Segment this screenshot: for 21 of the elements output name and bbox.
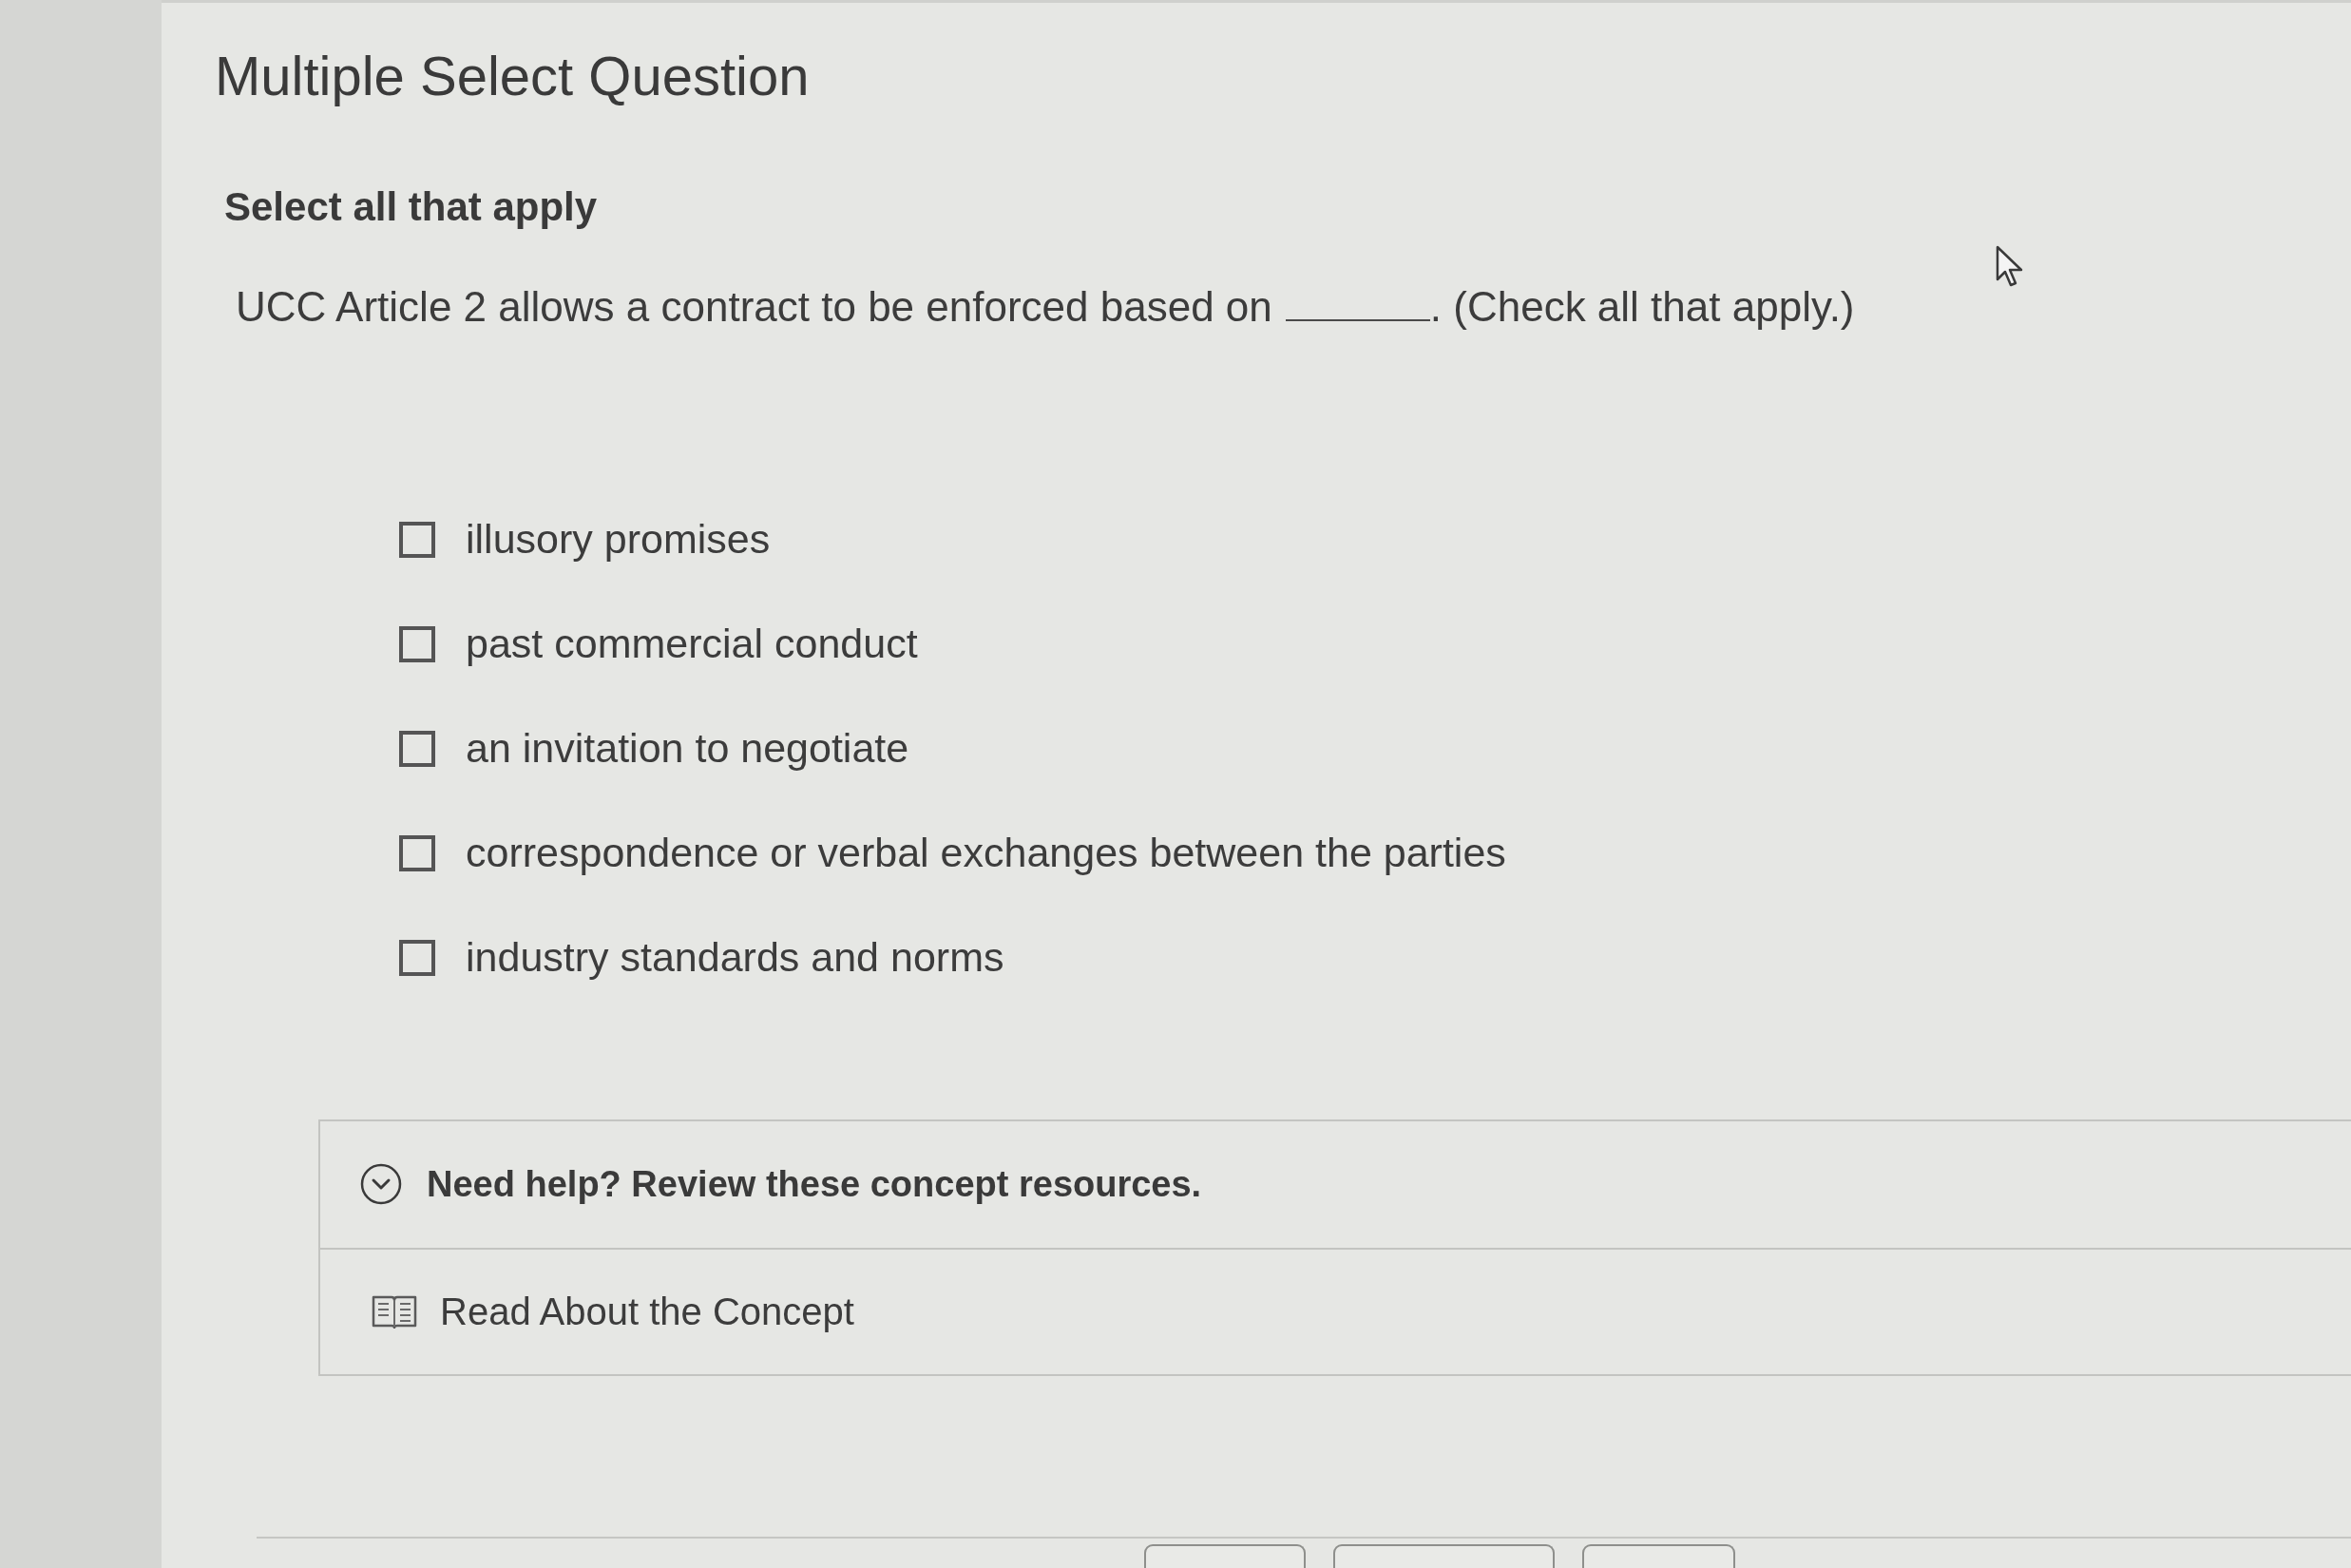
question-text: . (Check all that apply.) — [1429, 282, 1855, 333]
help-toggle[interactable]: Need help? Review these concept resources. — [320, 1120, 2351, 1248]
option-label[interactable]: an invitation to negotiate — [466, 724, 909, 774]
question-text: UCC Article 2 allows a contract to be enforced based on — [236, 282, 1272, 333]
checkbox[interactable] — [399, 625, 435, 662]
checkbox[interactable] — [399, 730, 435, 767]
instruction-text: Select all that apply — [224, 182, 598, 231]
footer-button[interactable] — [1144, 1544, 1306, 1568]
footer-button[interactable] — [1333, 1544, 1555, 1568]
help-title: Need help? Review these concept resources. — [427, 1163, 1202, 1205]
checkbox[interactable] — [399, 521, 435, 558]
option-label[interactable]: illusory promises — [466, 515, 771, 564]
option-label[interactable]: correspondence or verbal exchanges between the parties — [466, 829, 1506, 878]
question-title: Multiple Select Question — [215, 45, 810, 108]
option-label[interactable]: industry standards and norms — [466, 933, 1004, 983]
checkbox[interactable] — [399, 939, 435, 976]
chevron-circle-icon — [360, 1163, 402, 1206]
footer-button[interactable] — [1582, 1544, 1735, 1568]
checkbox[interactable] — [399, 834, 435, 871]
option-label[interactable]: past commercial conduct — [466, 620, 918, 669]
book-icon — [372, 1294, 417, 1329]
